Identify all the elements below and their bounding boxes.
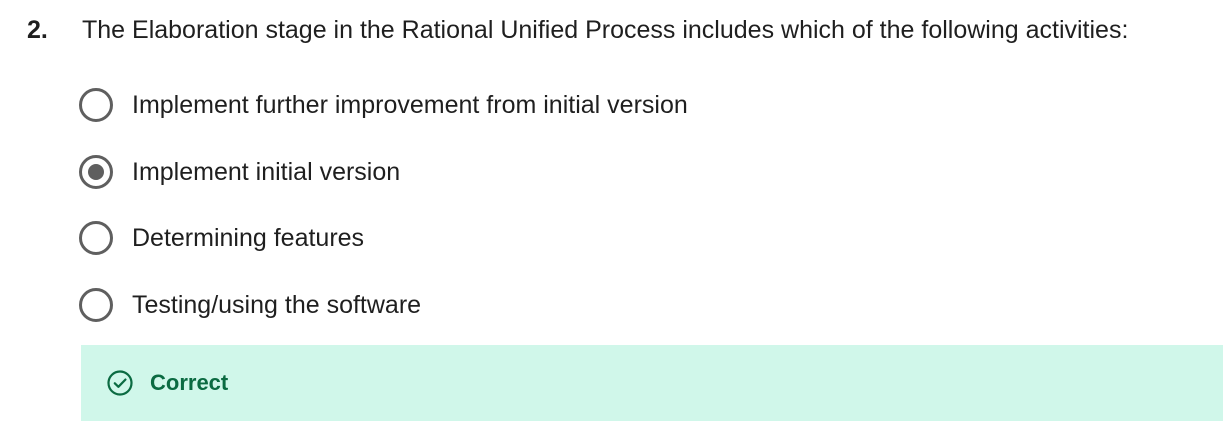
option-2[interactable]: Implement initial version [79, 151, 688, 193]
answer-options: Implement further improvement from initi… [79, 84, 688, 350]
radio-button[interactable] [79, 287, 113, 322]
feedback-banner: Correct [81, 345, 1223, 421]
question-text: The Elaboration stage in the Rational Un… [82, 16, 1129, 44]
option-1[interactable]: Implement further improvement from initi… [79, 84, 688, 126]
option-label: Testing/using the software [132, 290, 422, 319]
check-circle-icon [107, 370, 133, 396]
feedback-label: Correct [150, 370, 229, 395]
option-3[interactable]: Determining features [79, 217, 688, 259]
option-4[interactable]: Testing/using the software [79, 284, 688, 326]
question-number: 2. [27, 16, 48, 44]
option-label: Implement further improvement from initi… [132, 91, 688, 119]
option-label: Determining features [132, 224, 365, 252]
radio-button[interactable] [79, 221, 113, 255]
radio-button[interactable] [79, 88, 113, 122]
option-label: Implement initial version [132, 157, 401, 186]
radio-button[interactable] [79, 154, 113, 189]
